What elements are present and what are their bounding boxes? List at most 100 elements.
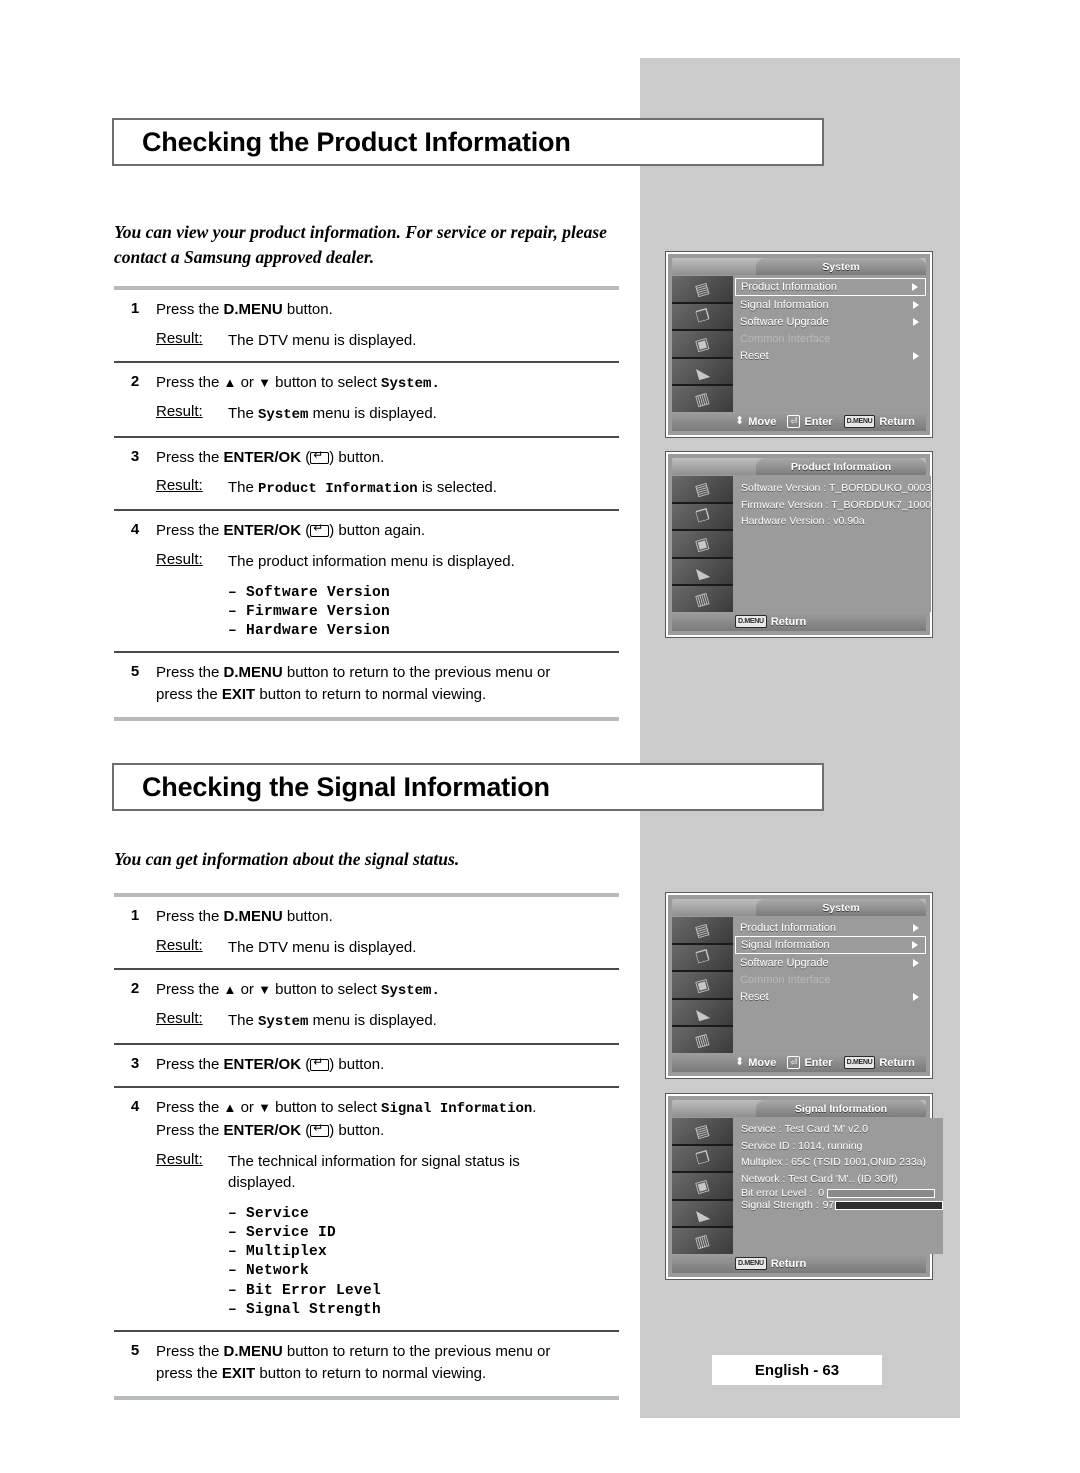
result-text: The product information menu is displaye…	[228, 552, 515, 570]
step-line: Press the D.MENU button.	[156, 908, 333, 925]
channel-icon: ▣	[672, 1173, 733, 1201]
bullet-item: – Service	[228, 1206, 310, 1223]
dmenu-key-icon: D.MENU	[735, 615, 767, 628]
step-line: Press the ENTER/OK () button.	[156, 1054, 619, 1077]
step-number: 4	[130, 521, 140, 539]
menu-item-label: Software Upgrade	[740, 956, 829, 969]
step-result: Result: The DTV menu is displayed.	[156, 937, 619, 959]
step-body: Press the ENTER/OK () button.	[156, 1054, 619, 1077]
step-line: Press the ENTER/OK () button.	[156, 447, 619, 470]
result-bullets: – Service – Service ID – Multiplex – Net…	[156, 1205, 619, 1320]
step-line: Press the D.MENU button to return to the…	[156, 1342, 551, 1360]
osd-icon-strip: ▤ ❐ ▣ ◣ ▥	[672, 276, 733, 412]
step-item: 3 Press the ENTER/OK () button.	[114, 1045, 619, 1087]
osd-footer-bar: D.MENU Return	[672, 612, 926, 631]
bullet-item: – Service ID	[228, 1225, 337, 1242]
menu-item-label: Product Information	[741, 281, 837, 293]
osd-title-text: Signal Information	[794, 1102, 888, 1115]
osd-signal-information: Signal Information ▤ ❐ ▣ ◣ ▥ Service : T…	[665, 1093, 944, 1280]
channel-icon: ▣	[672, 972, 733, 1000]
result-label: Result:	[156, 550, 203, 568]
menu-item-signal-information[interactable]: Signal Information	[735, 936, 926, 954]
step-number: 4	[130, 1098, 140, 1116]
menu-item-reset[interactable]: Reset	[735, 988, 926, 1005]
osd-info-list: Service : Test Card 'M' v2.0 Service ID …	[733, 1118, 944, 1254]
menu-item-reset[interactable]: Reset	[735, 347, 926, 364]
step-body: Press the ▲ or ▼ button to select System…	[156, 979, 619, 1032]
info-line-firmware-version: Firmware Version : T_BORDDUK7_1000	[741, 498, 932, 511]
info-line-service: Service : Test Card 'M' v2.0	[741, 1123, 868, 1135]
step-line: Press the ▲ or ▼ button to select Signal…	[156, 1099, 537, 1118]
sound-icon: ❐	[672, 503, 733, 532]
rule-bottom	[114, 1395, 619, 1400]
channel-icon: ▣	[672, 331, 733, 359]
menu-item-label: Product Information	[740, 921, 836, 934]
step-item: 5 Press the D.MENU button to return to t…	[114, 1332, 619, 1396]
chevron-right-icon	[913, 958, 919, 967]
step-item: 3 Press the ENTER/OK () button. Result: …	[114, 438, 619, 510]
step-item: 4 Press the ▲ or ▼ button to select Sign…	[114, 1088, 619, 1330]
sound-icon: ❐	[672, 303, 733, 332]
osd-title-bar: Product Information	[672, 458, 926, 475]
footer-move: ⬍ Move	[735, 1057, 776, 1069]
meter-signal-strength: Signal Strength : 97	[735, 1199, 944, 1212]
step-line: Press the D.MENU button.	[156, 301, 333, 318]
step-number: 3	[130, 447, 140, 465]
osd-system-menu-2: System ▤ ❐ ▣ ◣ ▥ Product Information Sig…	[665, 892, 933, 1079]
section-header-signal-information: Checking the Signal Information	[112, 763, 824, 811]
menu-item-label: Reset	[740, 990, 769, 1003]
menu-item-software-upgrade[interactable]: Software Upgrade	[735, 313, 926, 330]
step-body: Press the D.MENU button. Result: The DTV…	[156, 906, 619, 958]
step-line: Press the ENTER/OK () button.	[156, 1120, 619, 1143]
bullet-item: – Multiplex	[228, 1244, 328, 1261]
footer-label: Move	[748, 1056, 777, 1069]
step-number: 1	[130, 300, 140, 317]
setup-icon: ◣	[672, 358, 733, 387]
step-line: Press the ▲ or ▼ button to select System…	[156, 981, 440, 1000]
result-bullets: – Software Version – Firmware Version – …	[156, 584, 619, 641]
bullet-item: – Software Version	[228, 584, 391, 601]
enter-key-icon	[310, 1056, 330, 1071]
section-intro-product-information: You can view your product information. F…	[114, 222, 607, 267]
step-item: 5 Press the D.MENU button to return to t…	[114, 653, 619, 717]
step-result: Result: The System menu is displayed.	[156, 1010, 619, 1032]
step-body: Press the ▲ or ▼ button to select Signal…	[156, 1097, 619, 1320]
menu-item-label: Software Upgrade	[740, 315, 829, 328]
step-result: Result: The product information menu is …	[156, 551, 619, 573]
chevron-right-icon	[912, 941, 918, 949]
step-result: Result: The DTV menu is displayed.	[156, 330, 619, 352]
picture-icon: ▤	[672, 476, 733, 504]
steps-list-product-information: 1 Press the D.MENU button. Result: The D…	[114, 286, 619, 721]
chevron-right-icon	[913, 351, 919, 360]
bullet-item: – Network	[228, 1263, 310, 1280]
step-number: 1	[130, 907, 140, 924]
step-body: Press the ENTER/OK () button again. Resu…	[156, 520, 619, 641]
enter-key-icon	[310, 522, 330, 538]
footer-label: Return	[879, 415, 915, 428]
step-body: Press the D.MENU button. Result: The DTV…	[156, 299, 619, 351]
footer-label: Return	[879, 1056, 915, 1069]
rule-bottom	[114, 716, 619, 721]
menu-item-product-information[interactable]: Product Information	[735, 278, 926, 296]
setup-icon: ◣	[672, 999, 733, 1028]
bullet-item: – Signal Strength	[228, 1301, 382, 1318]
setup-icon: ◣	[672, 558, 733, 587]
meter-value: 97	[822, 1199, 835, 1212]
osd-footer-bar: D.MENU Return	[672, 1254, 926, 1273]
osd-title-text: System	[822, 260, 860, 273]
meter-label: Bit error Level :	[741, 1187, 813, 1200]
picture-icon: ▤	[672, 276, 733, 304]
step-item: 2 Press the ▲ or ▼ button to select Syst…	[114, 970, 619, 1042]
dmenu-key-icon: D.MENU	[843, 1056, 876, 1069]
enter-key-icon: ⏎	[787, 1056, 801, 1069]
menu-item-signal-information[interactable]: Signal Information	[735, 296, 926, 313]
result-label: Result:	[156, 1150, 203, 1168]
picture-icon: ▤	[672, 917, 733, 945]
menu-item-software-upgrade[interactable]: Software Upgrade	[735, 954, 926, 971]
chevron-right-icon	[913, 923, 919, 932]
chevron-right-icon	[913, 992, 919, 1001]
sound-icon: ❐	[672, 1145, 733, 1174]
section-title: Checking the Signal Information	[142, 771, 550, 802]
menu-item-product-information[interactable]: Product Information	[735, 919, 926, 936]
up-arrow-icon: ▲	[223, 982, 237, 998]
